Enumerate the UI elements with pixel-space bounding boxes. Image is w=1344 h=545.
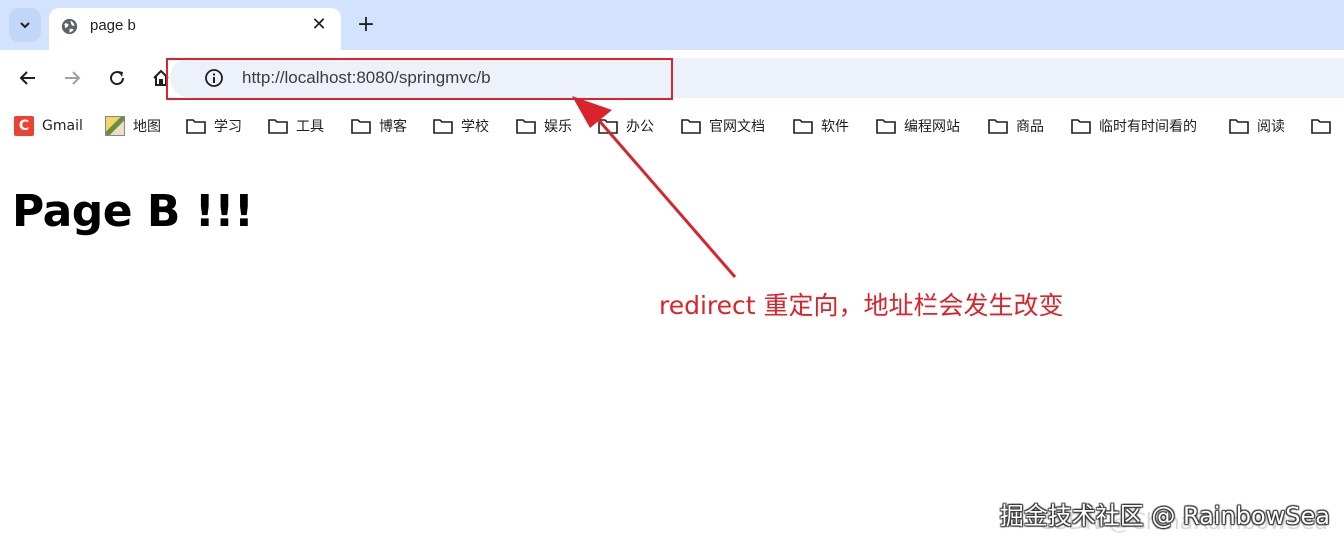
bookmark-map[interactable]: 地图 bbox=[105, 116, 161, 136]
folder-icon bbox=[876, 119, 896, 134]
bookmark-folder-official-docs[interactable]: 官网文档 bbox=[681, 116, 765, 136]
bookmark-folder-overflow[interactable] bbox=[1311, 116, 1339, 136]
folder-icon bbox=[1071, 119, 1091, 134]
page-heading: Page B !!! bbox=[12, 186, 254, 237]
folder-icon bbox=[793, 119, 813, 134]
folder-icon bbox=[1311, 119, 1331, 134]
tab-page-b[interactable]: page b ✕ bbox=[49, 8, 341, 50]
folder-icon bbox=[351, 119, 371, 134]
bookmark-label: 阅读 bbox=[1257, 119, 1285, 135]
bookmark-label: 办公 bbox=[626, 119, 654, 135]
bookmark-label: 软件 bbox=[821, 119, 849, 135]
folder-icon bbox=[681, 119, 701, 134]
arrow-right-icon bbox=[65, 71, 81, 85]
bookmark-label: 地图 bbox=[133, 119, 161, 135]
folder-icon bbox=[516, 119, 536, 134]
bookmark-folder-reading[interactable]: 阅读 bbox=[1229, 116, 1285, 136]
reload-icon bbox=[110, 71, 125, 86]
folder-icon bbox=[1229, 119, 1249, 134]
map-icon bbox=[105, 116, 125, 136]
bookmark-label: 官网文档 bbox=[709, 119, 765, 135]
bookmark-folder-blog[interactable]: 博客 bbox=[351, 116, 407, 136]
bookmark-folder-office[interactable]: 办公 bbox=[598, 116, 654, 136]
bookmark-label: 学校 bbox=[461, 119, 489, 135]
bookmark-label: Gmail bbox=[42, 118, 83, 134]
folder-icon bbox=[268, 119, 288, 134]
folder-icon bbox=[433, 119, 453, 134]
bookmark-label: 工具 bbox=[296, 119, 324, 135]
tab-title: page b bbox=[90, 17, 136, 34]
folder-icon bbox=[186, 119, 206, 134]
tab-search-button[interactable] bbox=[9, 8, 41, 42]
bookmark-folder-study[interactable]: 学习 bbox=[186, 116, 242, 136]
bookmark-label: 学习 bbox=[214, 119, 242, 135]
bookmark-folder-programming-sites[interactable]: 编程网站 bbox=[876, 116, 960, 136]
bookmark-label: 博客 bbox=[379, 119, 407, 135]
bookmark-label: 临时有时间看的 bbox=[1099, 119, 1197, 135]
bookmark-folder-entertainment[interactable]: 娱乐 bbox=[516, 116, 572, 136]
bookmark-folder-school[interactable]: 学校 bbox=[433, 116, 489, 136]
bookmark-folder-products[interactable]: 商品 bbox=[988, 116, 1044, 136]
gmail-icon: C bbox=[14, 116, 34, 136]
bookmark-folder-software[interactable]: 软件 bbox=[793, 116, 849, 136]
bookmarks-bar: C Gmail 地图 学习 工具 博客 学校 娱乐 办公 官网文档 软件 编程网… bbox=[0, 106, 1344, 146]
arrow-left-icon bbox=[19, 71, 35, 85]
new-tab-button[interactable]: + bbox=[352, 11, 380, 39]
redirect-annotation: redirect 重定向，地址栏会发生改变 bbox=[659, 291, 1064, 320]
bookmark-folder-tools[interactable]: 工具 bbox=[268, 116, 324, 136]
back-button[interactable] bbox=[14, 64, 42, 92]
bookmark-gmail[interactable]: C Gmail bbox=[14, 116, 83, 136]
close-tab-button[interactable]: ✕ bbox=[309, 15, 329, 35]
folder-icon bbox=[598, 119, 618, 134]
chevron-down-icon bbox=[20, 22, 30, 29]
folder-icon bbox=[988, 119, 1008, 134]
bookmark-folder-read-later[interactable]: 临时有时间看的 bbox=[1071, 116, 1197, 136]
reload-button[interactable] bbox=[103, 64, 131, 92]
bookmark-label: 商品 bbox=[1016, 119, 1044, 135]
watermark: 掘金技术社区 @ RainbowSea bbox=[999, 502, 1330, 530]
forward-button[interactable] bbox=[58, 64, 86, 92]
tab-strip: page b ✕ + bbox=[0, 0, 1344, 50]
url-highlight-box bbox=[166, 58, 673, 100]
globe-icon bbox=[61, 18, 78, 35]
bookmark-label: 编程网站 bbox=[904, 119, 960, 135]
bookmark-label: 娱乐 bbox=[544, 119, 572, 135]
